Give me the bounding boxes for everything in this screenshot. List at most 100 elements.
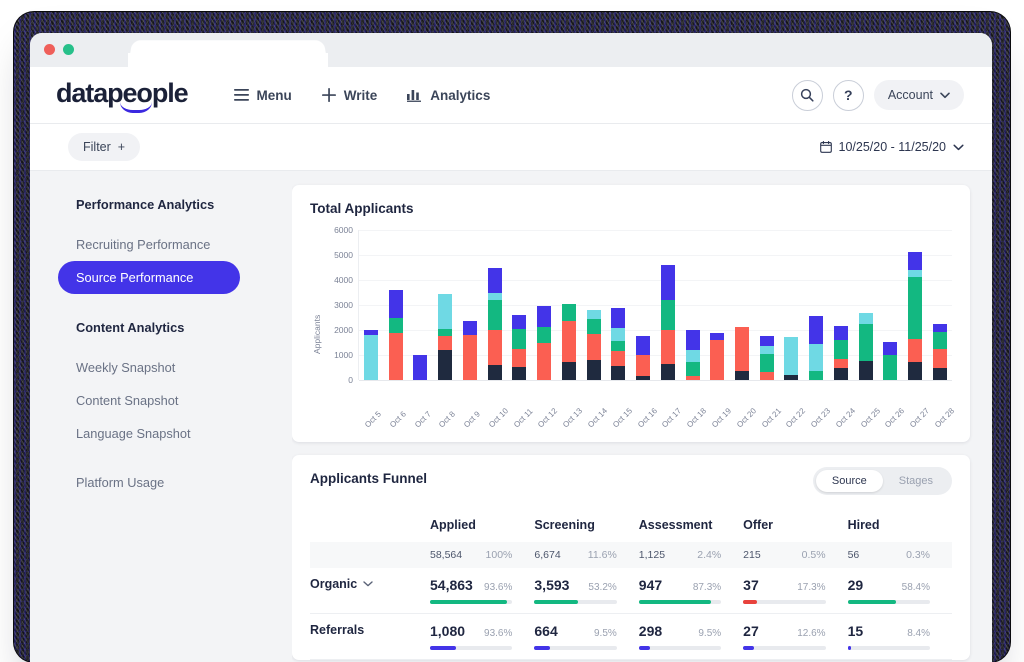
bar-column[interactable] — [883, 230, 897, 380]
bar-segment — [809, 316, 823, 345]
x-axis-tick: Oct 12 — [536, 413, 552, 429]
plus-icon: + — [118, 140, 125, 154]
bar-segment — [463, 335, 477, 380]
bar-segment — [859, 313, 873, 325]
maximize-window-button[interactable] — [63, 44, 74, 55]
total-applicants-chart: Applicants 0100020003000400050006000 — [310, 230, 952, 415]
bar-column[interactable] — [784, 230, 798, 380]
bar-segment — [809, 371, 823, 381]
funnel-progress-track — [848, 646, 930, 650]
bar-column[interactable] — [611, 230, 625, 380]
bar-segment — [908, 270, 922, 277]
nav-item-write[interactable]: Write — [322, 88, 378, 103]
table-row[interactable]: Organic54,86393.6%3,59353.2%94787.3%3717… — [310, 568, 952, 614]
logo-smile-icon — [120, 102, 152, 113]
bar-column[interactable] — [735, 230, 749, 380]
funnel-summary-percent: 2.4% — [697, 549, 721, 561]
bar-column[interactable] — [488, 230, 502, 380]
bar-segment — [438, 329, 452, 336]
bar-column[interactable] — [760, 230, 774, 380]
bar-column[interactable] — [389, 230, 403, 380]
bar-column[interactable] — [537, 230, 551, 380]
y-axis-tick: 3000 — [334, 300, 353, 310]
bar-segment — [438, 294, 452, 329]
bar-segment — [587, 334, 601, 361]
table-row[interactable]: Referrals1,08093.6%6649.5%2989.5%2712.6%… — [310, 614, 952, 660]
bar-column[interactable] — [512, 230, 526, 380]
bar-segment — [611, 308, 625, 328]
bar-column[interactable] — [463, 230, 477, 380]
funnel-progress-fill — [848, 600, 896, 604]
bar-segment — [686, 330, 700, 350]
funnel-view-toggle[interactable]: Source Stages — [813, 467, 952, 495]
funnel-metric-percent: 93.6% — [484, 582, 512, 593]
bar-column[interactable] — [686, 230, 700, 380]
bar-column[interactable] — [587, 230, 601, 380]
bar-column[interactable] — [413, 230, 427, 380]
x-axis-tick: Oct 23 — [809, 413, 825, 429]
funnel-progress-fill — [534, 600, 578, 604]
bar-segment — [661, 330, 675, 364]
bar-column[interactable] — [933, 230, 947, 380]
bar-column[interactable] — [809, 230, 823, 380]
date-range-picker[interactable]: 10/25/20 - 11/25/20 — [820, 140, 965, 154]
funnel-summary-label — [310, 542, 430, 568]
chevron-down-icon[interactable] — [363, 581, 373, 587]
sidebar-item-recruiting-performance[interactable]: Recruiting Performance — [76, 228, 292, 261]
account-menu-button[interactable]: Account — [874, 80, 964, 110]
main-content: Total Applicants Applicants 010002000300… — [292, 171, 992, 662]
bar-segment — [512, 329, 526, 349]
filter-button[interactable]: Filter + — [68, 133, 140, 161]
funnel-row-label-cell[interactable]: Referrals — [310, 614, 430, 660]
funnel-metric-percent: 12.6% — [797, 628, 825, 639]
app-header: datapeople Menu — [30, 67, 992, 124]
funnel-row-label: Organic — [310, 577, 357, 591]
bar-column[interactable] — [661, 230, 675, 380]
funnel-summary-value: 6,674 — [534, 549, 560, 561]
bar-column[interactable] — [438, 230, 452, 380]
funnel-progress-fill — [639, 600, 711, 604]
close-window-button[interactable] — [44, 44, 55, 55]
funnel-column-applied: Applied — [430, 512, 534, 542]
search-button[interactable] — [792, 80, 823, 111]
bar-column[interactable] — [859, 230, 873, 380]
funnel-metric-value: 27 — [743, 623, 759, 639]
funnel-metric-cell: 3717.3% — [743, 568, 847, 614]
toggle-option-stages[interactable]: Stages — [883, 470, 949, 492]
nav-item-analytics[interactable]: Analytics — [407, 88, 490, 103]
funnel-progress-fill — [743, 646, 754, 650]
y-axis: 0100020003000400050006000 — [324, 230, 358, 380]
bar-segment — [735, 371, 749, 380]
nav-item-analytics-label: Analytics — [430, 88, 490, 103]
bar-segment — [661, 265, 675, 300]
sidebar-item-source-performance[interactable]: Source Performance — [58, 261, 240, 294]
funnel-summary-percent: 11.6% — [588, 549, 617, 561]
bar-segment — [686, 350, 700, 362]
bar-column[interactable] — [562, 230, 576, 380]
bar-column[interactable] — [636, 230, 650, 380]
bar-segment — [463, 321, 477, 336]
bar-column[interactable] — [834, 230, 848, 380]
bar-segment — [587, 360, 601, 380]
bar-segment — [488, 293, 502, 301]
applicants-funnel-card: Applicants Funnel Source Stages Applied … — [292, 455, 970, 660]
sidebar-item-content-snapshot[interactable]: Content Snapshot — [76, 384, 292, 417]
datapeople-logo[interactable]: datapeople — [56, 80, 188, 111]
bar-column[interactable] — [710, 230, 724, 380]
funnel-metric-value: 54,863 — [430, 577, 473, 593]
help-button[interactable]: ? — [833, 80, 864, 111]
x-axis-tick: Oct 28 — [933, 413, 949, 429]
sidebar-item-weekly-snapshot[interactable]: Weekly Snapshot — [76, 351, 292, 384]
bar-column[interactable] — [908, 230, 922, 380]
bar-segment — [488, 365, 502, 380]
bar-segment — [611, 351, 625, 366]
sidebar-item-language-snapshot[interactable]: Language Snapshot — [76, 417, 292, 450]
nav-item-menu[interactable]: Menu — [234, 88, 292, 103]
bar-column[interactable] — [364, 230, 378, 380]
funnel-row-label-cell[interactable]: Organic — [310, 568, 430, 614]
funnel-summary-cell: 560.3% — [848, 542, 952, 568]
sidebar-item-platform-usage[interactable]: Platform Usage — [76, 466, 292, 499]
toggle-option-source[interactable]: Source — [816, 470, 883, 492]
bar-segment — [562, 321, 576, 362]
window-controls[interactable] — [44, 44, 74, 55]
